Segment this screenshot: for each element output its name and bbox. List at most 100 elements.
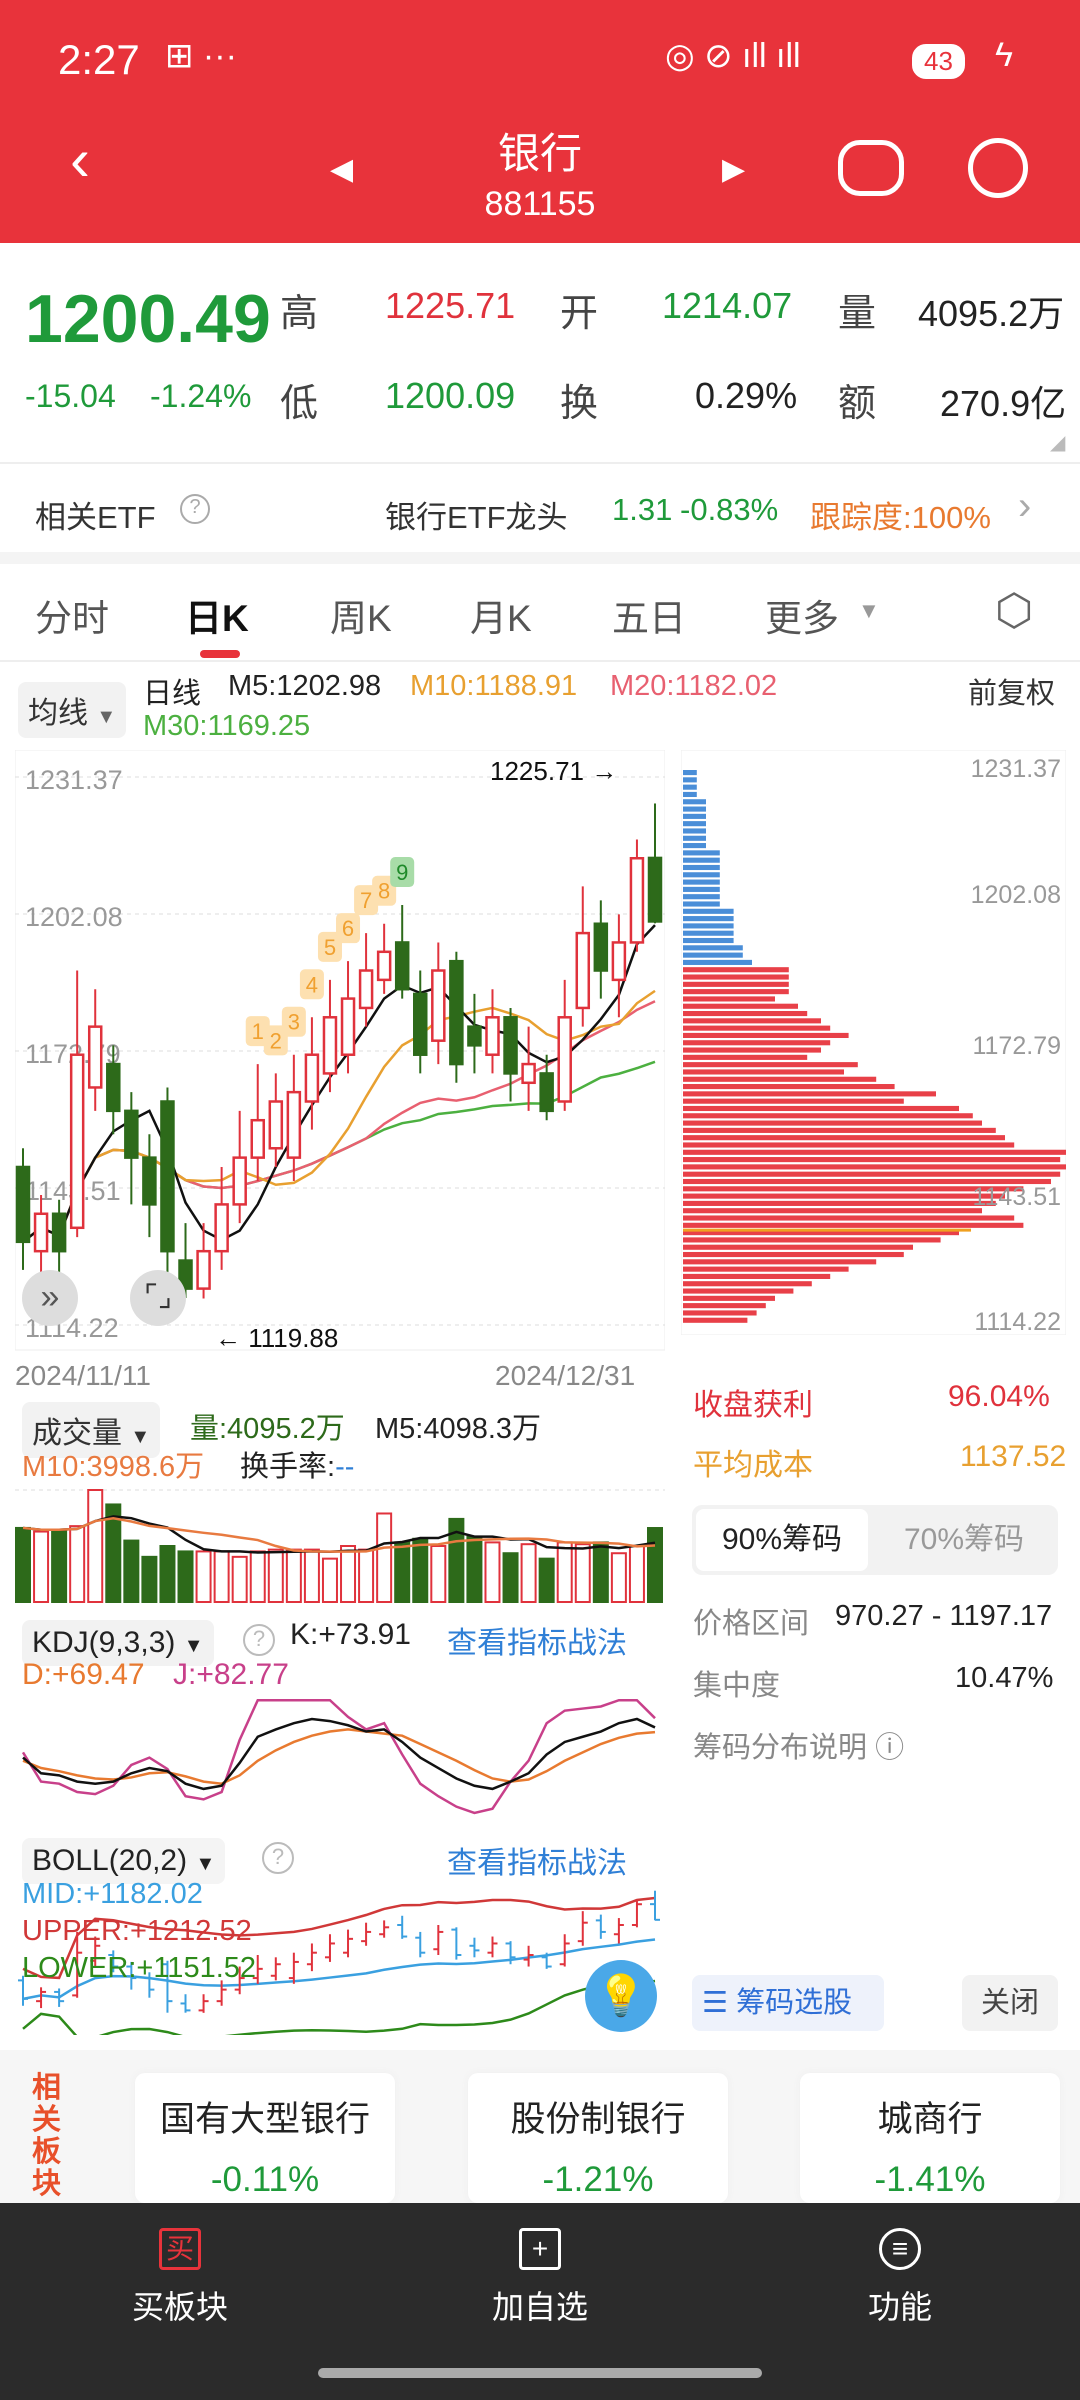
volume-m5: M5:4098.3万 — [375, 1413, 542, 1445]
related-sectors-label: 相关板块 — [32, 2072, 62, 2200]
chip-bar — [683, 799, 706, 805]
settings-icon[interactable]: ⬡ — [995, 585, 1033, 636]
profit-label: 收盘获利 — [693, 1389, 813, 1422]
volume-bar — [520, 1543, 537, 1603]
chip-bar — [683, 1193, 1005, 1199]
chip-bar — [683, 1200, 996, 1206]
y-tick-label: 1202.08 — [25, 902, 123, 932]
volume-bar — [430, 1545, 447, 1603]
candle-body — [503, 1016, 518, 1075]
kdj-d: D:+69.47 — [22, 1658, 145, 1691]
chip-stock-select-button[interactable]: ☰ 筹码选股 — [692, 1975, 884, 2031]
next-icon[interactable]: ▶ — [722, 152, 745, 187]
tab-0[interactable]: 分时 — [35, 588, 109, 642]
volume-label: 量 — [838, 293, 877, 335]
chip-bar — [683, 1127, 996, 1133]
sector-card[interactable]: 城商行 -1.41% — [800, 2073, 1060, 2203]
kdj-strategy-link[interactable]: 查看指标战法 — [447, 1618, 627, 1662]
status-time: 2:27 — [58, 36, 140, 83]
chip-bar — [683, 894, 720, 900]
chip-y-tick: 1172.79 — [972, 1032, 1061, 1060]
volume-bar — [358, 1548, 375, 1603]
divider — [0, 462, 1080, 464]
td-label: 6 — [342, 916, 354, 941]
chip-bar — [683, 1142, 1015, 1148]
sector-name: 国有大型银行 — [159, 2100, 370, 2139]
chip-bar — [683, 821, 706, 827]
chip-bar — [683, 989, 789, 995]
collapse-icon[interactable]: » — [22, 1270, 78, 1326]
candle-body — [647, 856, 663, 923]
candle-body — [250, 1118, 265, 1159]
ma-selector[interactable]: 均线 ▼ — [18, 682, 127, 738]
boll-strategy-link[interactable]: 查看指标战法 — [447, 1838, 627, 1882]
chip-bar — [683, 864, 720, 871]
ma-period: 日线 — [143, 678, 202, 710]
tab-chip-70[interactable]: 70%筹码 — [878, 1509, 1050, 1571]
turnover-rate-label: 换手率: — [240, 1451, 336, 1483]
turnover-rate-value: -- — [335, 1451, 355, 1483]
help-icon: ⓘ — [875, 1732, 905, 1764]
ma5-value: M5:1202.98 — [228, 670, 382, 702]
last-price: 1200.49 — [25, 281, 271, 357]
amount-label: 额 — [838, 383, 877, 425]
adjust-toggle[interactable]: 前复权 — [968, 670, 1055, 712]
active-tab-indicator — [200, 650, 240, 658]
robot-icon[interactable] — [838, 140, 904, 196]
fullscreen-icon[interactable]: ⌜⌟ — [130, 1270, 186, 1326]
td-label: 7 — [360, 888, 372, 913]
chip-bar — [683, 1084, 895, 1090]
chip-bar — [683, 1098, 904, 1104]
chip-bar — [683, 1303, 766, 1309]
volume-bar — [33, 1530, 50, 1603]
tab-2[interactable]: 周K — [330, 588, 392, 642]
search-icon[interactable] — [968, 138, 1028, 198]
td-label: 3 — [288, 1010, 300, 1035]
avg-cost-label: 平均成本 — [693, 1449, 813, 1482]
sector-card[interactable]: 国有大型银行 -0.11% — [135, 2073, 395, 2203]
candle-body — [160, 1100, 175, 1253]
low-label: 低 — [280, 383, 319, 425]
help-icon[interactable]: ? — [180, 494, 210, 524]
volume-bar — [628, 1545, 645, 1603]
tab-3[interactable]: 月K — [470, 588, 532, 642]
tab-4[interactable]: 五日 — [612, 588, 686, 642]
bottom-menu-button[interactable]: ≡ 功能 — [810, 2228, 990, 2328]
chip-bar — [683, 1171, 1061, 1177]
candle-body — [304, 1053, 320, 1103]
bottom-add-button[interactable]: + 加自选 — [450, 2228, 630, 2328]
expand-corner-icon[interactable]: ◢ — [1050, 430, 1065, 455]
tab-1[interactable]: 日K — [185, 588, 249, 642]
min-price-label: ← 1119.88 — [215, 1323, 338, 1352]
header: 2:27 ⊞ ··· ◎ ⊘ ıll ıll 43 ϟ ‹ ◀ 银行 88115… — [0, 0, 1080, 243]
chevron-down-icon: ▼ — [195, 1853, 216, 1875]
volume-m10: M10:3998.6万 — [22, 1451, 205, 1483]
candle-body — [69, 1053, 85, 1230]
kdj-d-line — [22, 1728, 656, 1785]
boll-selector-label: BOLL(20,2) — [32, 1844, 188, 1877]
chip-bar — [683, 1120, 982, 1126]
help-icon[interactable]: ? — [262, 1842, 294, 1874]
candle-body — [557, 1016, 572, 1103]
sector-card[interactable]: 股份制银行 -1.21% — [468, 2073, 728, 2203]
candle-body — [521, 1062, 536, 1085]
price-change-pct: -1.24% — [150, 378, 252, 414]
volume-chart[interactable] — [15, 1480, 665, 1604]
bottom-buy-button[interactable]: 买买板块 — [90, 2228, 270, 2328]
volume-bar — [123, 1539, 140, 1603]
candle-body — [394, 941, 410, 991]
chip-bar — [683, 1281, 812, 1287]
etf-row[interactable]: 相关ETF ? 银行ETF龙头 1.31 -0.83% 跟踪度:100% › — [0, 466, 1080, 552]
td-label: 2 — [270, 1028, 282, 1053]
home-indicator[interactable] — [318, 2368, 762, 2378]
tab-5[interactable]: 更多 — [765, 588, 839, 642]
chip-bar — [683, 1215, 1015, 1221]
kline-chart[interactable]: 1231.371202.081172.791143.511114.2212345… — [15, 750, 665, 1352]
candle-body — [142, 1156, 157, 1206]
tab-chip-90[interactable]: 90%筹码 — [696, 1509, 868, 1571]
close-button[interactable]: 关闭 — [962, 1975, 1058, 2031]
chip-bar — [683, 806, 706, 812]
chip-help-link[interactable]: 筹码分布说明 ⓘ — [693, 1724, 904, 1766]
help-icon[interactable]: ? — [243, 1624, 275, 1656]
lightbulb-icon[interactable]: 💡 — [585, 1960, 657, 2032]
